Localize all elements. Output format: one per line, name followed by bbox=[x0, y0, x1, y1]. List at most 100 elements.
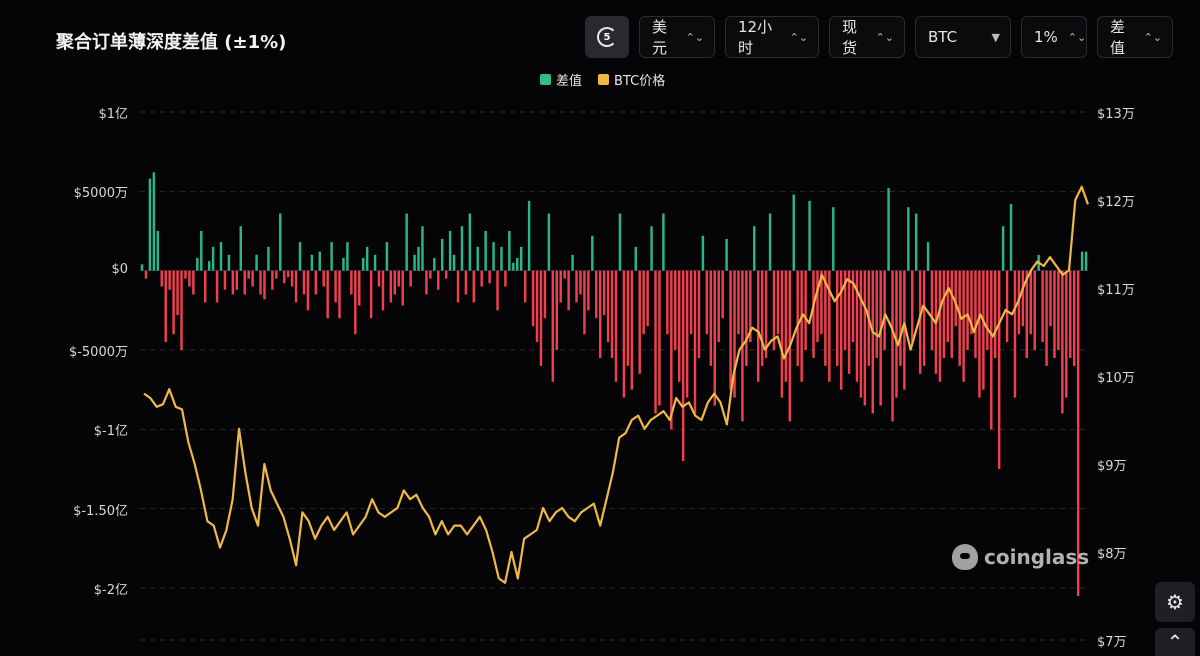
bar-negative[interactable] bbox=[1057, 270, 1060, 350]
bar-negative[interactable] bbox=[693, 270, 697, 414]
bar-positive[interactable] bbox=[405, 213, 408, 271]
bar-negative[interactable] bbox=[314, 270, 318, 295]
bar-negative[interactable] bbox=[563, 270, 566, 279]
bar-negative[interactable] bbox=[709, 270, 713, 366]
bar-positive[interactable] bbox=[417, 246, 420, 271]
bar-negative[interactable] bbox=[377, 270, 381, 287]
bar-negative[interactable] bbox=[997, 270, 1001, 469]
bar-negative[interactable] bbox=[290, 270, 294, 287]
bar-positive[interactable] bbox=[701, 235, 705, 271]
bar-positive[interactable] bbox=[519, 246, 523, 271]
bar-positive[interactable] bbox=[926, 242, 930, 271]
bar-negative[interactable] bbox=[986, 270, 989, 350]
bar-positive[interactable] bbox=[808, 200, 811, 271]
bar-negative[interactable] bbox=[184, 270, 187, 279]
bar-negative[interactable] bbox=[263, 270, 266, 300]
bar-negative[interactable] bbox=[271, 270, 274, 290]
bar-negative[interactable] bbox=[251, 270, 254, 287]
bar-negative[interactable] bbox=[437, 270, 440, 290]
bar-positive[interactable] bbox=[298, 242, 302, 271]
bar-positive[interactable] bbox=[413, 254, 416, 271]
bar-positive[interactable] bbox=[662, 213, 665, 271]
bar-negative[interactable] bbox=[215, 270, 219, 303]
bar-negative[interactable] bbox=[942, 270, 946, 358]
bar-positive[interactable] bbox=[516, 257, 519, 271]
bar-positive[interactable] bbox=[650, 226, 653, 271]
bar-negative[interactable] bbox=[962, 270, 965, 382]
bar-negative[interactable] bbox=[1033, 270, 1036, 350]
bar-negative[interactable] bbox=[247, 270, 250, 279]
bar-negative[interactable] bbox=[930, 270, 934, 350]
bar-positive[interactable] bbox=[318, 251, 321, 271]
bar-positive[interactable] bbox=[330, 242, 333, 271]
bar-negative[interactable] bbox=[350, 270, 353, 295]
bar-negative[interactable] bbox=[745, 270, 748, 366]
bar-negative[interactable] bbox=[780, 270, 784, 398]
bar-negative[interactable] bbox=[1069, 270, 1072, 358]
bar-negative[interactable] bbox=[334, 270, 337, 303]
bar-negative[interactable] bbox=[1072, 270, 1076, 366]
bar-positive[interactable] bbox=[476, 246, 479, 271]
settings-button[interactable]: ⚙ bbox=[1155, 582, 1195, 622]
bar-negative[interactable] bbox=[543, 270, 547, 319]
bar-negative[interactable] bbox=[354, 270, 357, 335]
bar-negative[interactable] bbox=[1029, 270, 1032, 335]
bar-positive[interactable] bbox=[832, 207, 835, 271]
bar-negative[interactable] bbox=[567, 270, 570, 311]
bar-negative[interactable] bbox=[144, 270, 148, 279]
bar-negative[interactable] bbox=[784, 270, 788, 382]
bar-negative[interactable] bbox=[812, 270, 815, 358]
bar-negative[interactable] bbox=[721, 270, 724, 319]
bar-positive[interactable] bbox=[433, 257, 436, 271]
bar-negative[interactable] bbox=[176, 270, 179, 316]
bar-negative[interactable] bbox=[464, 270, 468, 295]
bar-negative[interactable] bbox=[610, 270, 614, 358]
scroll-top-button[interactable]: ⌃ bbox=[1155, 628, 1195, 656]
bar-negative[interactable] bbox=[480, 270, 483, 287]
bar-positive[interactable] bbox=[460, 226, 464, 271]
bar-negative[interactable] bbox=[685, 270, 689, 398]
bar-negative[interactable] bbox=[1041, 270, 1044, 343]
bar-negative[interactable] bbox=[425, 270, 428, 295]
bar-negative[interactable] bbox=[800, 270, 803, 382]
bar-negative[interactable] bbox=[891, 270, 894, 422]
bar-negative[interactable] bbox=[243, 270, 246, 295]
bar-positive[interactable] bbox=[768, 213, 772, 271]
bar-negative[interactable] bbox=[172, 270, 175, 335]
bar-positive[interactable] bbox=[200, 231, 203, 271]
bar-positive[interactable] bbox=[279, 213, 282, 271]
bar-positive[interactable] bbox=[907, 207, 910, 271]
bar-positive[interactable] bbox=[267, 246, 270, 271]
bar-positive[interactable] bbox=[1080, 251, 1084, 271]
bar-positive[interactable] bbox=[618, 213, 622, 271]
bar-negative[interactable] bbox=[358, 270, 361, 306]
bar-negative[interactable] bbox=[559, 270, 562, 303]
bar-negative[interactable] bbox=[816, 270, 819, 343]
bar-negative[interactable] bbox=[804, 270, 807, 350]
bar-positive[interactable] bbox=[547, 213, 551, 271]
bar-negative[interactable] bbox=[630, 270, 634, 390]
bar-negative[interactable] bbox=[982, 270, 985, 390]
bar-positive[interactable] bbox=[219, 242, 223, 271]
bar-negative[interactable] bbox=[579, 270, 582, 295]
bar-positive[interactable] bbox=[492, 242, 495, 271]
bar-negative[interactable] bbox=[1053, 270, 1056, 358]
bar-negative[interactable] bbox=[875, 270, 878, 358]
bar-positive[interactable] bbox=[140, 264, 144, 271]
bar-negative[interactable] bbox=[614, 270, 618, 382]
bar-negative[interactable] bbox=[835, 270, 839, 366]
bar-negative[interactable] bbox=[871, 270, 874, 414]
bar-negative[interactable] bbox=[950, 270, 953, 358]
bar-negative[interactable] bbox=[705, 270, 709, 335]
bar-negative[interactable] bbox=[677, 270, 681, 382]
bar-negative[interactable] bbox=[203, 270, 207, 303]
bar-negative[interactable] bbox=[1061, 270, 1064, 414]
bar-negative[interactable] bbox=[294, 270, 298, 303]
bar-negative[interactable] bbox=[429, 270, 432, 279]
bar-positive[interactable] bbox=[500, 246, 503, 271]
bar-negative[interactable] bbox=[472, 270, 476, 303]
bar-negative[interactable] bbox=[164, 270, 167, 343]
bar-negative[interactable] bbox=[587, 270, 590, 311]
bar-negative[interactable] bbox=[946, 270, 950, 343]
bar-positive[interactable] bbox=[239, 226, 242, 271]
